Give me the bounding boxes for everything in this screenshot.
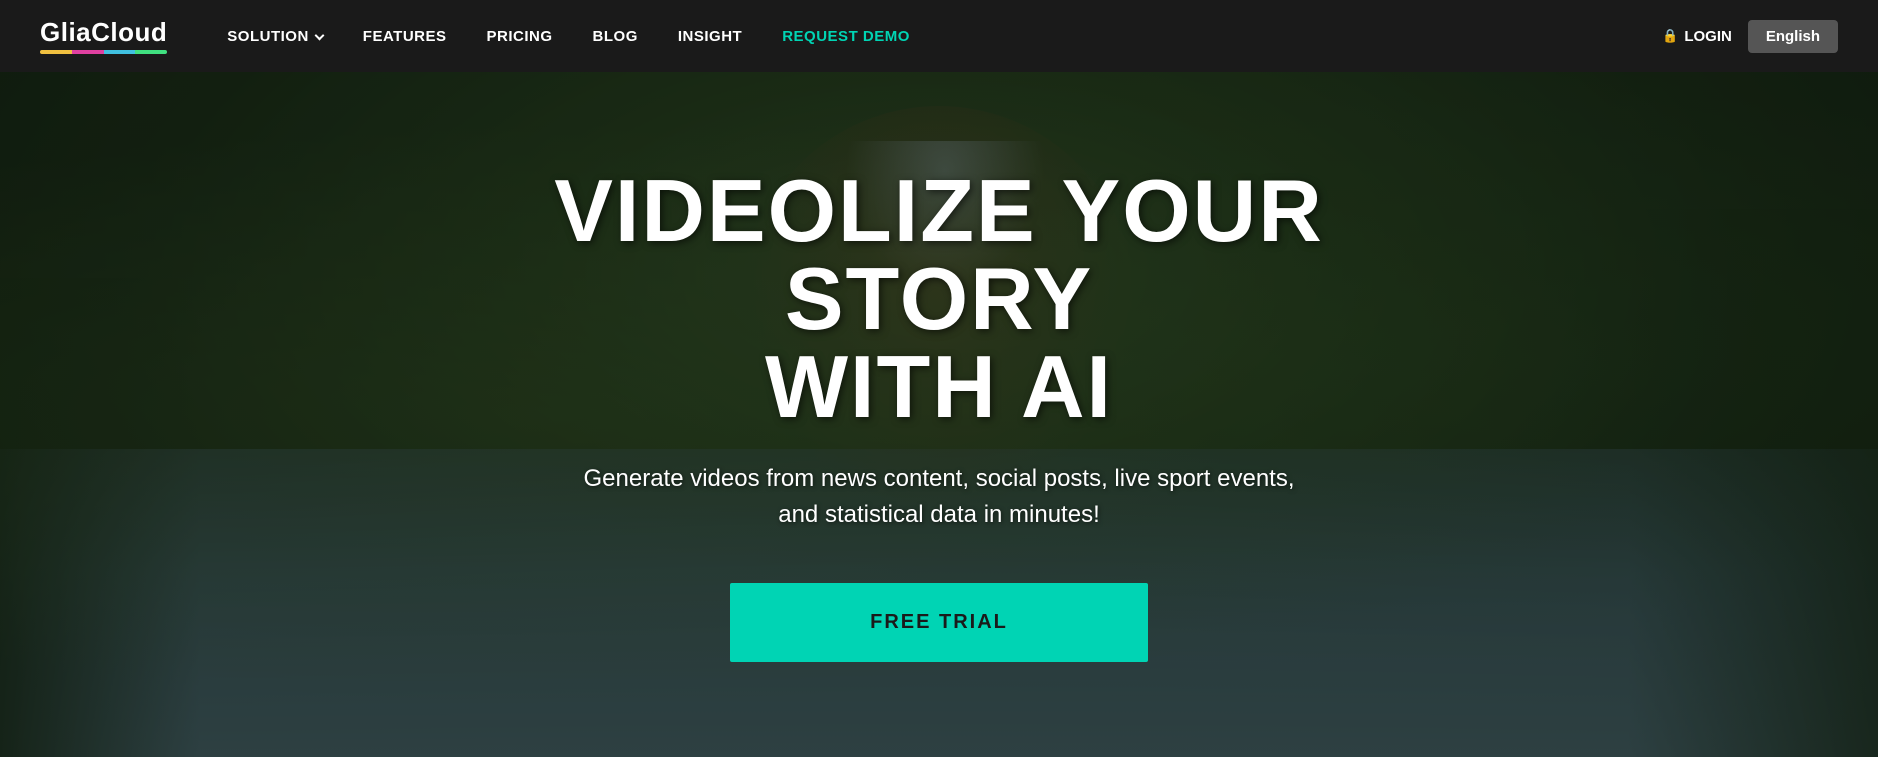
hero-section: VIDEOLIZE YOUR STORY WITH AI Generate vi… [0, 72, 1878, 757]
nav-item-insight[interactable]: INSIGHT [678, 28, 742, 45]
nav-item-features[interactable]: FEATURES [363, 28, 447, 45]
navbar: GliaCloud SOLUTION FEATURES PRICING BLOG… [0, 0, 1878, 72]
nav-item-blog[interactable]: BLOG [593, 28, 638, 45]
lock-icon: 🔒 [1662, 28, 1678, 44]
logo-underline [40, 50, 167, 54]
nav-item-solution[interactable]: SOLUTION [227, 28, 323, 45]
free-trial-button[interactable]: FREE TRIAL [730, 583, 1148, 662]
logo[interactable]: GliaCloud [40, 18, 167, 55]
logo-underline-pink [72, 50, 104, 54]
logo-underline-yellow [40, 50, 72, 54]
language-button[interactable]: English [1748, 20, 1838, 53]
hero-content: VIDEOLIZE YOUR STORY WITH AI Generate vi… [439, 167, 1439, 662]
hero-title: VIDEOLIZE YOUR STORY WITH AI [479, 167, 1399, 431]
nav-links: SOLUTION FEATURES PRICING BLOG INSIGHT R… [227, 28, 1662, 45]
nav-item-request-demo[interactable]: REQUEST DEMO [782, 28, 910, 45]
logo-text: GliaCloud [40, 18, 167, 47]
logo-underline-green [135, 50, 167, 54]
logo-underline-cyan [104, 50, 136, 54]
nav-item-pricing[interactable]: PRICING [487, 28, 553, 45]
login-button[interactable]: 🔒 LOGIN [1662, 28, 1732, 45]
hero-subtitle: Generate videos from news content, socia… [479, 461, 1399, 533]
nav-right: 🔒 LOGIN English [1662, 20, 1838, 53]
chevron-down-icon [314, 30, 324, 40]
